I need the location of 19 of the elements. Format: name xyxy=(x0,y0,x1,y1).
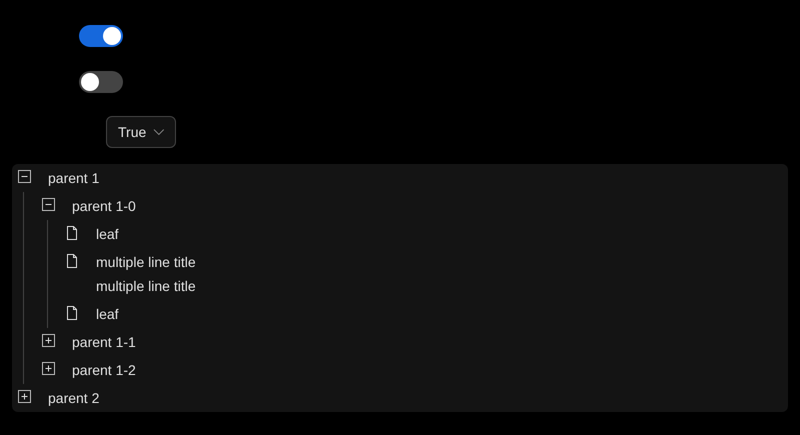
chevron-down-icon xyxy=(153,128,165,136)
collapse-icon[interactable] xyxy=(18,170,30,183)
tree-node-title[interactable]: parent 1-2 xyxy=(72,356,136,384)
tree-node-title[interactable]: leaf xyxy=(96,220,119,248)
tree-node-title[interactable]: parent 1-1 xyxy=(72,328,136,356)
tree-node-title[interactable]: parent 2 xyxy=(48,384,100,412)
tree-node-title[interactable]: parent 1-0 xyxy=(72,192,136,220)
select-dropdown[interactable]: True xyxy=(106,116,176,148)
tree-node-title[interactable]: leaf xyxy=(96,300,119,328)
expand-icon[interactable] xyxy=(42,334,54,347)
file-icon xyxy=(66,226,78,240)
toggle-switch[interactable] xyxy=(79,25,123,47)
expand-icon[interactable] xyxy=(18,390,30,403)
file-icon xyxy=(66,254,78,268)
toggle-switch[interactable] xyxy=(79,71,123,93)
file-icon xyxy=(66,306,78,320)
expand-icon[interactable] xyxy=(42,362,54,375)
collapse-icon[interactable] xyxy=(42,198,54,211)
tree-node-title[interactable]: parent 1 xyxy=(48,164,100,192)
